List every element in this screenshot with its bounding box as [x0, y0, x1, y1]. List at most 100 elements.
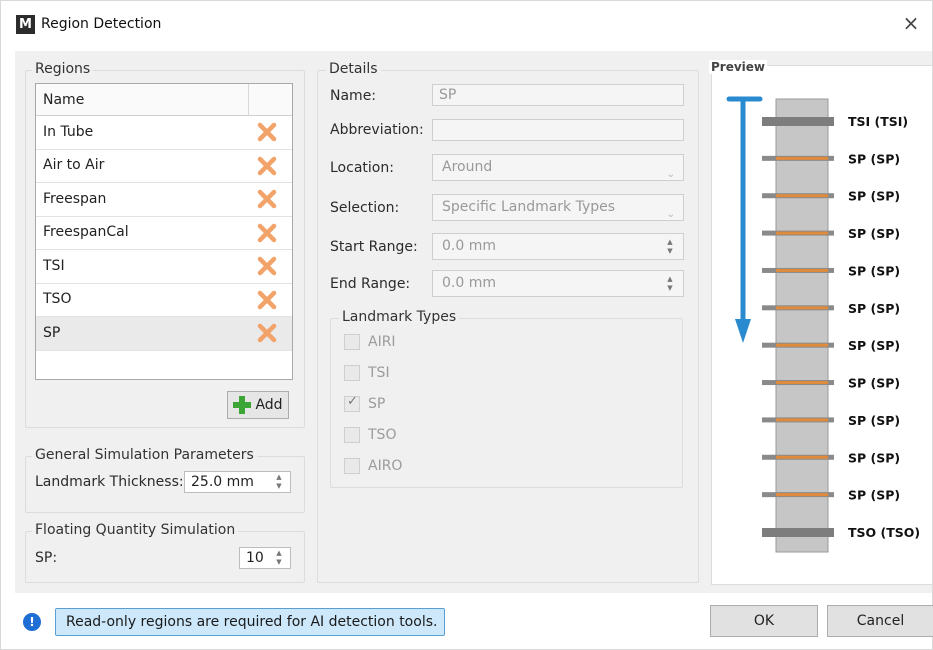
spinner-icon[interactable]: ▲ ▼: [274, 549, 284, 567]
location-select[interactable]: Around ⌄: [432, 154, 684, 181]
support-plate-stripe: [776, 493, 828, 497]
landmark-label: SP (SP): [848, 301, 900, 316]
start-range-label: Start Range:: [330, 239, 418, 255]
landmark-label: SP (SP): [848, 488, 900, 503]
delete-region-icon[interactable]: [252, 218, 281, 247]
region-name-cell: Air to Air: [43, 157, 105, 174]
delete-region-icon[interactable]: [252, 185, 281, 214]
checkbox[interactable]: [344, 334, 360, 350]
region-name-cell: TSO: [43, 291, 72, 308]
table-header: Name: [36, 84, 292, 116]
close-icon[interactable]: ×: [900, 12, 922, 34]
landmark-type-checkbox-row[interactable]: AIRI: [344, 332, 396, 352]
spinner-icon[interactable]: ▲ ▼: [665, 275, 675, 293]
selection-label: Selection:: [330, 200, 400, 216]
column-header-name[interactable]: Name: [36, 84, 249, 115]
landmark-type-checkbox-row[interactable]: ✓ SP: [344, 394, 385, 414]
spinner-icon[interactable]: ▲ ▼: [274, 473, 284, 491]
support-plate-stripe: [776, 306, 828, 310]
info-icon: !: [23, 613, 41, 631]
region-name-cell: Freespan: [43, 190, 107, 207]
location-value: Around: [442, 159, 493, 175]
landmark-label: SP (SP): [848, 263, 900, 278]
support-plate-stripe: [776, 231, 828, 235]
landmark-thickness-value: 25.0 mm: [191, 474, 254, 490]
support-plate-stripe: [776, 381, 828, 385]
region-name-cell: TSI: [43, 257, 65, 274]
cancel-button[interactable]: Cancel: [827, 605, 933, 637]
delete-region-icon[interactable]: [252, 252, 281, 281]
add-button[interactable]: Add: [227, 391, 289, 419]
checkbox-checked[interactable]: ✓: [344, 394, 360, 412]
table-row[interactable]: Air to Air: [36, 150, 292, 183]
regions-legend: Regions: [32, 61, 94, 77]
scan-direction-arrowhead: [735, 319, 751, 343]
chevron-down-icon: ⌄: [666, 169, 675, 180]
tube-body: [775, 98, 829, 553]
preview-diagram: TSI (TSI) SP (SP) SP (SP) SP (SP) SP (SP) SP …: [726, 96, 920, 553]
support-plate-stripe: [776, 156, 828, 160]
landmark-label: SP (SP): [848, 376, 900, 391]
landmark-type-checkbox-row[interactable]: AIRO: [344, 456, 402, 476]
abbreviation-label: Abbreviation:: [330, 122, 424, 138]
sp-count-value: 10: [246, 550, 264, 566]
landmark-thickness-label: Landmark Thickness:: [35, 474, 184, 490]
table-row[interactable]: TSO: [36, 284, 292, 317]
selection-select[interactable]: Specific Landmark Types ⌄: [432, 194, 684, 221]
landmark-type-label: TSI: [368, 365, 390, 381]
delete-region-icon[interactable]: [252, 118, 281, 147]
checkmark-icon: ✓: [347, 394, 358, 409]
table-row[interactable]: TSI: [36, 250, 292, 284]
spinner-icon[interactable]: ▲ ▼: [665, 238, 675, 256]
selection-value: Specific Landmark Types: [442, 199, 616, 215]
delete-region-icon[interactable]: [252, 151, 281, 180]
dialog-window: M Region Detection × Regions Name In Tub…: [0, 0, 933, 650]
landmark-label: SP (SP): [848, 189, 900, 204]
info-banner: Read-only regions are required for AI de…: [55, 608, 445, 636]
table-row[interactable]: In Tube: [36, 116, 292, 150]
delete-region-icon[interactable]: [252, 319, 281, 348]
landmark-thickness-input[interactable]: 25.0 mm ▲ ▼: [184, 471, 291, 493]
abbreviation-input[interactable]: [432, 119, 684, 141]
region-name-cell: In Tube: [43, 123, 94, 140]
plus-icon: [233, 396, 252, 414]
landmark-label: TSO (TSO): [848, 525, 920, 540]
support-plate-stripe: [776, 418, 828, 422]
checkbox[interactable]: [344, 458, 360, 474]
location-label: Location:: [330, 160, 394, 176]
ok-button[interactable]: OK: [710, 605, 818, 637]
landmark-label: SP (SP): [848, 413, 900, 428]
landmark-label: SP (SP): [848, 450, 900, 465]
dialog-title: Region Detection: [41, 16, 162, 32]
start-range-input[interactable]: 0.0 mm ▲ ▼: [432, 233, 684, 260]
support-plate-stripe: [776, 343, 828, 347]
region-name-cell: FreespanCal: [43, 224, 129, 241]
tubesheet-plate: [762, 528, 834, 537]
tubesheet-plate: [762, 117, 834, 126]
table-row[interactable]: SP: [36, 317, 292, 351]
sp-count-input[interactable]: 10 ▲ ▼: [239, 547, 291, 569]
end-range-input[interactable]: 0.0 mm ▲ ▼: [432, 270, 684, 297]
name-value: SP: [439, 87, 457, 103]
sp-count-label: SP:: [35, 550, 58, 566]
table-row[interactable]: Freespan: [36, 183, 292, 217]
landmark-type-label: SP: [368, 396, 386, 412]
delete-region-icon[interactable]: [252, 285, 281, 314]
landmark-type-checkbox-row[interactable]: TSO: [344, 425, 396, 445]
support-plate-stripe: [776, 268, 828, 272]
regions-rows: In Tube Air to Air Freespan FreespanCal TSI T…: [36, 116, 292, 351]
start-range-value: 0.0 mm: [442, 238, 496, 254]
general-params-legend: General Simulation Parameters: [32, 447, 257, 463]
support-plate-stripe: [776, 455, 828, 459]
checkbox[interactable]: [344, 365, 360, 381]
name-input[interactable]: SP: [432, 84, 684, 106]
chevron-down-icon: ⌄: [666, 209, 675, 220]
landmark-type-label: AIRO: [368, 458, 403, 474]
landmark-type-checkbox-row[interactable]: TSI: [344, 363, 390, 383]
checkbox[interactable]: [344, 427, 360, 443]
support-plate-stripe: [776, 194, 828, 198]
preview-legend: Preview: [709, 60, 768, 74]
table-row[interactable]: FreespanCal: [36, 217, 292, 250]
regions-table: Name In Tube Air to Air Freespan FreespanCa…: [35, 83, 293, 380]
landmark-label: SP (SP): [848, 151, 900, 166]
